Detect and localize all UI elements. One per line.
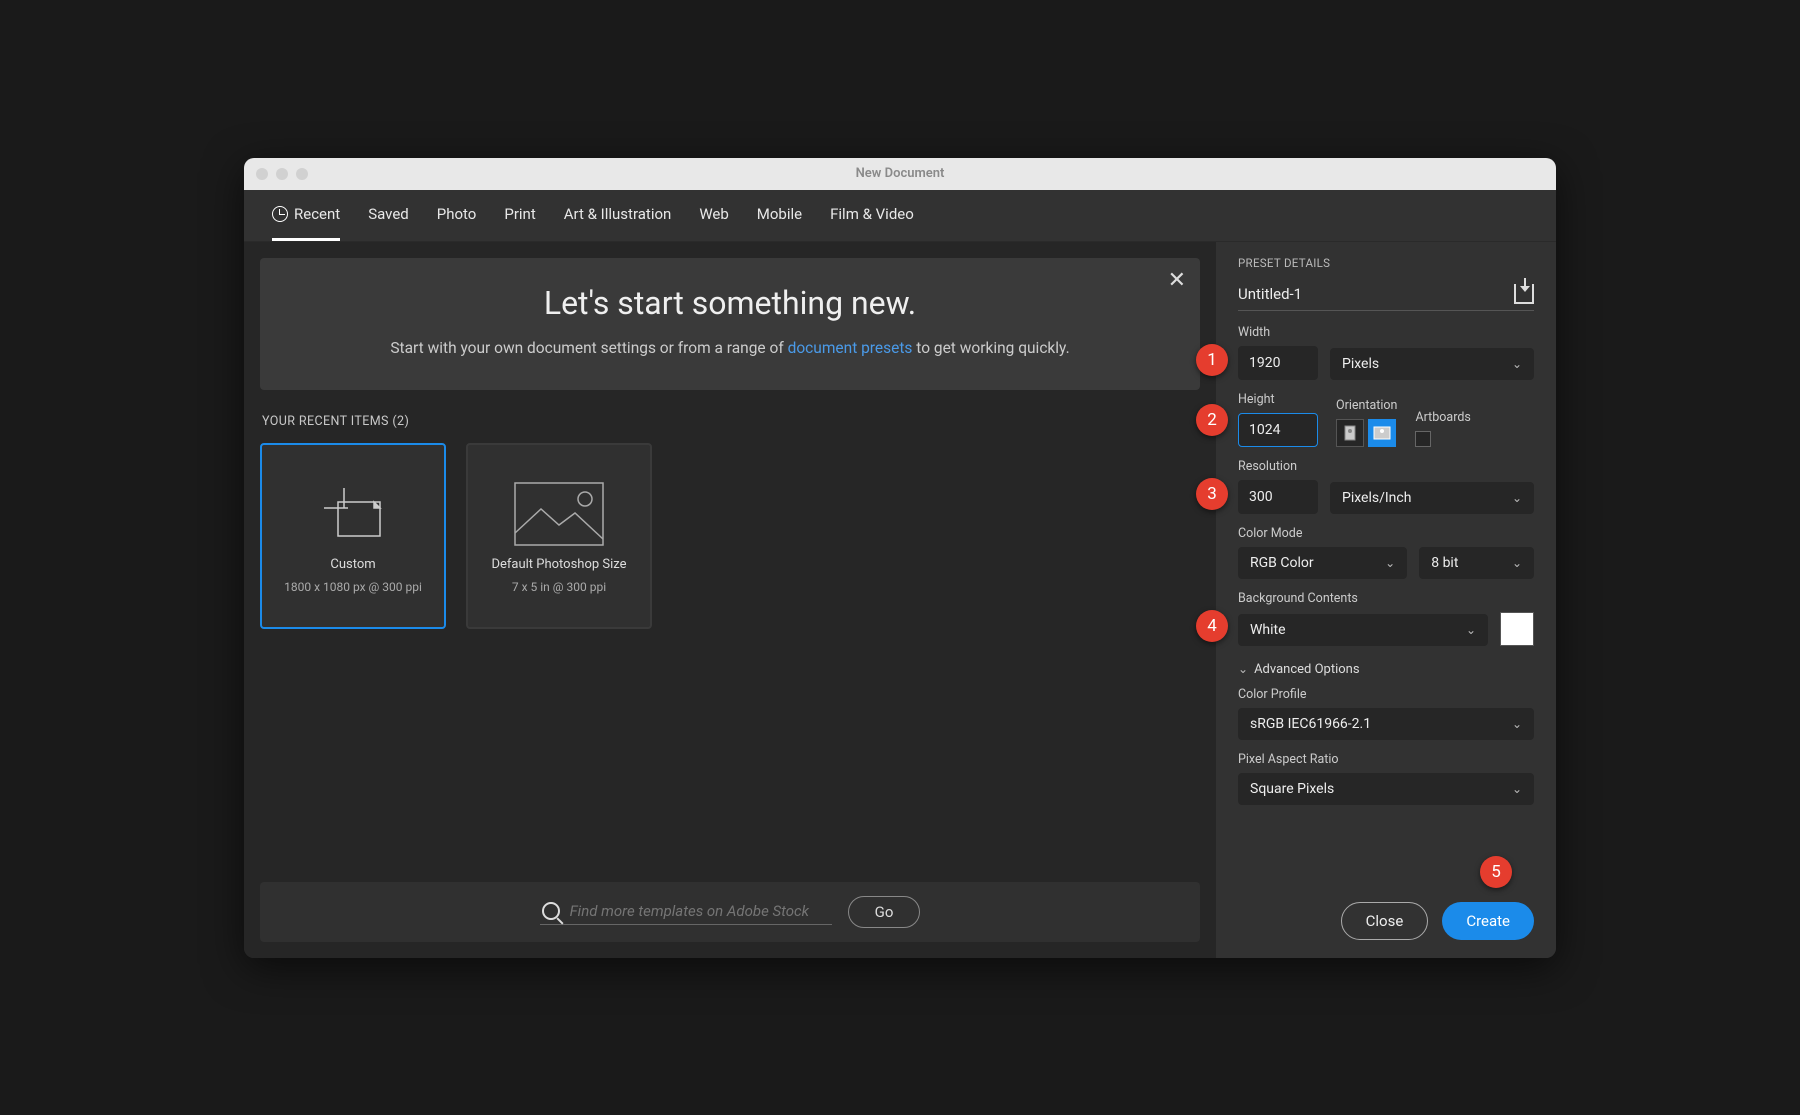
preset-details-panel: PRESET DETAILS Untitled-1 Width 1 Pixels… [1216, 242, 1556, 958]
close-icon[interactable]: ✕ [1168, 270, 1186, 292]
recent-icon [272, 206, 288, 222]
orientation-landscape-button[interactable] [1368, 419, 1396, 447]
intro-banner: Let's start something new. Start with yo… [260, 258, 1200, 391]
close-button[interactable]: Close [1341, 902, 1429, 940]
tab-photo[interactable]: Photo [437, 190, 477, 241]
chevron-down-icon: ⌄ [1385, 556, 1395, 570]
preset-details-label: PRESET DETAILS [1238, 256, 1534, 270]
tab-web[interactable]: Web [699, 190, 728, 241]
background-contents-select[interactable]: White⌄ [1238, 614, 1488, 646]
left-panel: Let's start something new. Start with yo… [244, 242, 1216, 958]
preset-card-default[interactable]: Default Photoshop Size 7 x 5 in @ 300 pp… [466, 443, 652, 629]
stock-search-input[interactable] [570, 902, 830, 920]
preset-name-field[interactable]: Untitled-1 [1238, 285, 1302, 303]
annotation-3: 3 [1196, 478, 1228, 510]
chevron-down-icon: ⌄ [1466, 623, 1476, 637]
chevron-down-icon: ⌄ [1512, 491, 1522, 505]
save-preset-icon[interactable] [1514, 284, 1534, 304]
resolution-input[interactable] [1238, 480, 1318, 514]
advanced-options-toggle[interactable]: ⌄Advanced Options [1238, 662, 1534, 677]
annotation-5: 5 [1480, 856, 1512, 888]
banner-text: Start with your own document settings or… [288, 336, 1172, 361]
width-unit-select[interactable]: Pixels⌄ [1330, 348, 1534, 380]
height-input[interactable] [1238, 413, 1318, 447]
document-presets-link[interactable]: document presets [788, 339, 913, 357]
color-mode-select[interactable]: RGB Color⌄ [1238, 547, 1407, 579]
bit-depth-select[interactable]: 8 bit⌄ [1419, 547, 1534, 579]
chevron-down-icon: ⌄ [1512, 556, 1522, 570]
annotation-2: 2 [1196, 404, 1228, 436]
annotation-1: 1 [1196, 344, 1228, 376]
chevron-down-icon: ⌄ [1512, 717, 1522, 731]
stock-search-bar: Go [260, 882, 1200, 942]
preset-card-custom[interactable]: Custom 1800 x 1080 px @ 300 ppi [260, 443, 446, 629]
tab-mobile[interactable]: Mobile [757, 190, 802, 241]
background-color-swatch[interactable] [1500, 612, 1534, 646]
tab-art-illustration[interactable]: Art & Illustration [564, 190, 672, 241]
chevron-down-icon: ⌄ [1512, 782, 1522, 796]
custom-preset-icon [316, 479, 390, 549]
color-profile-select[interactable]: sRGB IEC61966-2.1⌄ [1238, 708, 1534, 740]
pixel-aspect-ratio-select[interactable]: Square Pixels⌄ [1238, 773, 1534, 805]
recent-items-label: YOUR RECENT ITEMS (2) [262, 414, 1200, 429]
tab-print[interactable]: Print [504, 190, 535, 241]
go-button[interactable]: Go [848, 896, 921, 928]
image-preset-icon [513, 479, 605, 549]
orientation-portrait-button[interactable] [1336, 419, 1364, 447]
titlebar: New Document [244, 158, 1556, 190]
create-button[interactable]: Create [1442, 902, 1534, 940]
banner-heading: Let's start something new. [288, 284, 1172, 322]
category-tabs: Recent Saved Photo Print Art & Illustrat… [244, 190, 1556, 242]
artboards-checkbox[interactable] [1415, 431, 1431, 447]
tab-saved[interactable]: Saved [368, 190, 409, 241]
annotation-4: 4 [1196, 610, 1228, 642]
new-document-window: New Document Recent Saved Photo Print Ar… [244, 158, 1556, 958]
recent-items-grid: Custom 1800 x 1080 px @ 300 ppi Default … [260, 443, 1200, 629]
chevron-down-icon: ⌄ [1238, 662, 1248, 676]
resolution-unit-select[interactable]: Pixels/Inch⌄ [1330, 482, 1534, 514]
tab-film-video[interactable]: Film & Video [830, 190, 914, 241]
width-input[interactable] [1238, 346, 1318, 380]
tab-recent[interactable]: Recent [272, 190, 340, 241]
chevron-down-icon: ⌄ [1512, 357, 1522, 371]
window-title: New Document [244, 166, 1556, 181]
search-icon [542, 902, 560, 920]
